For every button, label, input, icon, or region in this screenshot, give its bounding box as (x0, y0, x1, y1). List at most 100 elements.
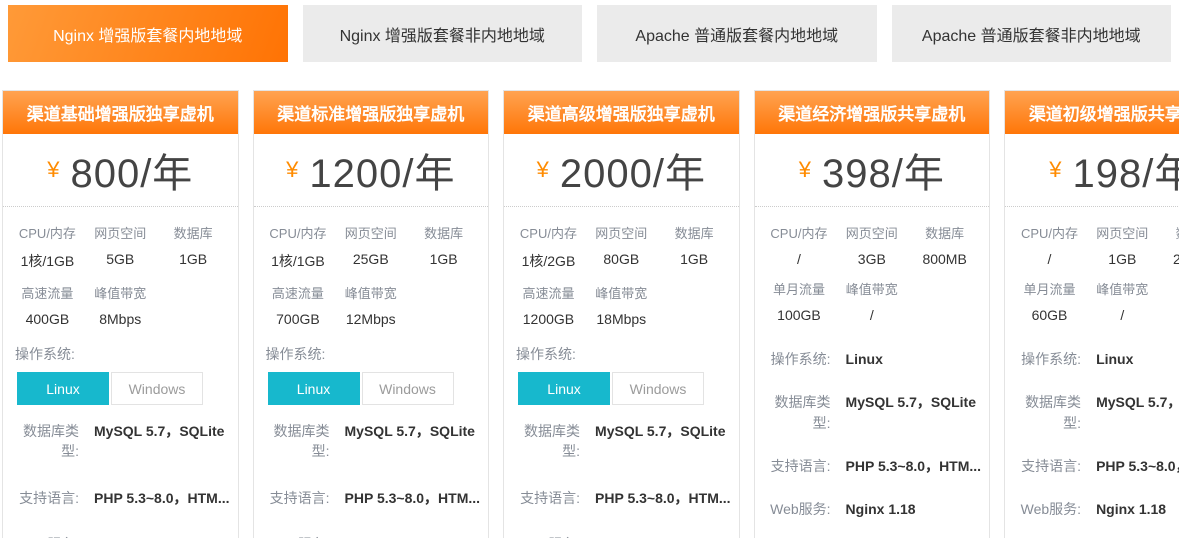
os-linux-button[interactable]: Linux (518, 372, 610, 405)
spec-value: 1GB (658, 251, 731, 267)
detail-list: 数据库类型:MySQL 5.7，SQLite 支持语言:PHP 5.3~8.0，… (3, 415, 238, 538)
spec-value: 5GB (84, 251, 157, 267)
detail-label: 操作系统: (765, 349, 831, 369)
spec-value: / (763, 251, 836, 267)
detail-value: MySQL 5.7，SQLite (1096, 392, 1179, 412)
os-windows-button[interactable]: Windows (111, 372, 203, 405)
detail-label: 支持语言: (13, 488, 79, 508)
spec-label: 峰值带宽 (585, 283, 658, 302)
os-label: 操作系统: (266, 344, 489, 364)
pricing-cards: 渠道基础增强版独享虚机 ¥ 800/年 CPU/内存 1核/1GB 网页空间 5GB… (2, 90, 1166, 538)
detail-value: Nginx 1.18 (1096, 499, 1166, 519)
price: ¥ 398/年 (755, 134, 990, 206)
spec-label: 高速流量 (11, 283, 84, 302)
pricing-card-economy: 渠道经济增强版共享虚机 ¥ 398/年 CPU/内存/ 网页空间3GB 数据库8… (754, 90, 991, 538)
spec-grid: CPU/内存/ 网页空间1GB 数据库200MB 单月流量60GB 峰值带宽/ (1005, 207, 1179, 327)
detail-label: 支持语言: (765, 456, 831, 476)
detail-value: PHP 5.3~8.0，HTM... (345, 488, 481, 508)
currency-symbol: ¥ (537, 157, 549, 183)
os-windows-button[interactable]: Windows (362, 372, 454, 405)
spec-label: 网页空间 (835, 223, 908, 242)
spec-value: 1核/1GB (262, 251, 335, 271)
spec-label: 网页空间 (84, 223, 157, 242)
spec-value: / (1013, 251, 1086, 267)
spec-value: 1200GB (512, 311, 585, 327)
spec-value: 60GB (1013, 307, 1086, 323)
spec-label: CPU/内存 (512, 223, 585, 242)
detail-value: Nginx 1.18 (595, 534, 665, 538)
spec-value: 1核/1GB (11, 251, 84, 271)
currency-symbol: ¥ (47, 157, 59, 183)
detail-value: Nginx 1.18 (846, 499, 916, 519)
spec-label: 网页空间 (1086, 223, 1159, 242)
os-linux-button[interactable]: Linux (17, 372, 109, 405)
os-linux-button[interactable]: Linux (268, 372, 360, 405)
spec-value: / (835, 307, 908, 323)
os-toggle: Linux Windows (17, 372, 238, 405)
price-amount: 198/年 (1073, 141, 1179, 199)
pricing-card-standard: 渠道标准增强版独享虚机 ¥ 1200/年 CPU/内存1核/1GB 网页空间25… (253, 90, 490, 538)
detail-value: Linux (1096, 349, 1133, 369)
spec-label: 网页空间 (334, 223, 407, 242)
card-title: 渠道标准增强版独享虚机 (254, 91, 489, 134)
spec-value: 100GB (763, 307, 836, 323)
tab-apache-normal-mainland[interactable]: Apache 普通版套餐内地地域 (597, 5, 877, 62)
detail-value: MySQL 5.7，SQLite (94, 421, 224, 441)
detail-label: 操作系统: (1015, 349, 1081, 369)
detail-value: MySQL 5.7，SQLite (595, 421, 725, 441)
detail-label: 支持语言: (1015, 456, 1081, 476)
spec-label: 单月流量 (763, 279, 836, 298)
detail-value: PHP 5.3~8.0，HTM... (595, 488, 731, 508)
detail-label: Web服务: (514, 534, 580, 538)
detail-value: Nginx 1.18 (345, 534, 415, 538)
detail-value: MySQL 5.7，SQLite (345, 421, 475, 441)
card-title: 渠道高级增强版独享虚机 (504, 91, 739, 134)
price: ¥ 800/年 (3, 134, 238, 206)
detail-label: Web服务: (1015, 499, 1081, 519)
spec-label: CPU/内存 (1013, 223, 1086, 242)
tab-nginx-enhanced-mainland[interactable]: Nginx 增强版套餐内地地域 (8, 5, 288, 62)
spec-label: 数据库 (407, 223, 480, 242)
spec-label: 峰值带宽 (334, 283, 407, 302)
spec-label: CPU/内存 (262, 223, 335, 242)
price-amount: 2000/年 (560, 141, 706, 199)
card-title: 渠道基础增强版独享虚机 (3, 91, 238, 134)
spec-label: 峰值带宽 (84, 283, 157, 302)
detail-label: 数据库类型: (13, 421, 79, 462)
spec-label: CPU/内存 (763, 223, 836, 242)
plan-tabs: Nginx 增强版套餐内地地域 Nginx 增强版套餐非内地地域 Apache … (0, 0, 1179, 62)
spec-label: 数据库 (157, 223, 230, 242)
detail-label: Web服务: (765, 499, 831, 519)
os-label: 操作系统: (516, 344, 739, 364)
spec-value: 1GB (1086, 251, 1159, 267)
currency-symbol: ¥ (1049, 157, 1061, 183)
price: ¥ 198/年 (1005, 134, 1179, 206)
spec-value: 800MB (908, 251, 981, 267)
detail-label: 数据库类型: (1015, 392, 1081, 433)
spec-value: 8Mbps (84, 311, 157, 327)
spec-grid: CPU/内存1核/1GB 网页空间25GB 数据库1GB 高速流量700GB 峰… (254, 207, 489, 331)
detail-label: Web服务: (13, 534, 79, 538)
detail-value: PHP 5.3~8.0，HTM... (1096, 456, 1179, 476)
os-toggle: Linux Windows (518, 372, 739, 405)
spec-label: 单月流量 (1013, 279, 1086, 298)
spec-value: 400GB (11, 311, 84, 327)
spec-label: 高速流量 (262, 283, 335, 302)
price-amount: 398/年 (822, 141, 945, 199)
card-title: 渠道初级增强版共享虚机 (1005, 91, 1179, 134)
spec-value: / (1086, 307, 1159, 323)
detail-label: Web服务: (264, 534, 330, 538)
detail-list: 数据库类型:MySQL 5.7，SQLite 支持语言:PHP 5.3~8.0，… (504, 415, 739, 538)
detail-label: 数据库类型: (514, 421, 580, 462)
spec-label: 数据库 (908, 223, 981, 242)
spec-value: 1核/2GB (512, 251, 585, 271)
os-windows-button[interactable]: Windows (612, 372, 704, 405)
tab-apache-normal-nonmainland[interactable]: Apache 普通版套餐非内地地域 (892, 5, 1172, 62)
os-label: 操作系统: (15, 344, 238, 364)
tab-nginx-enhanced-nonmainland[interactable]: Nginx 增强版套餐非内地地域 (303, 5, 583, 62)
price-amount: 800/年 (70, 141, 193, 199)
spec-grid: CPU/内存1核/1GB 网页空间5GB 数据库1GB 高速流量400GB 峰值… (3, 207, 238, 331)
price: ¥ 1200/年 (254, 134, 489, 206)
detail-value: Linux (846, 349, 883, 369)
price-amount: 1200/年 (309, 141, 455, 199)
